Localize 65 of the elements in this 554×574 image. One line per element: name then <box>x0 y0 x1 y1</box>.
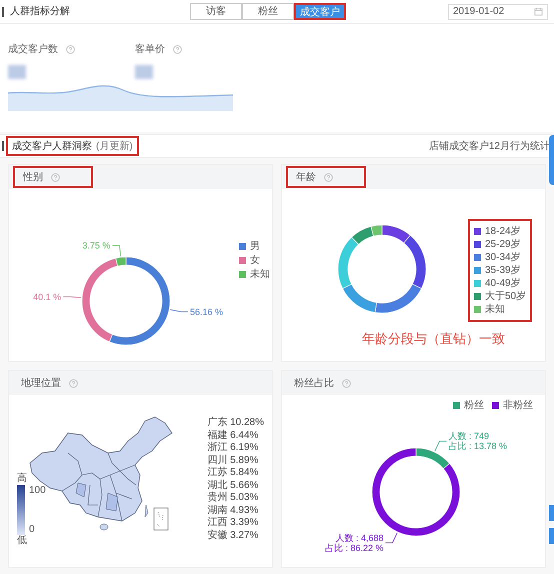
calendar-icon <box>534 7 543 16</box>
help-icon[interactable] <box>66 45 75 54</box>
scale-value: 0 <box>29 524 36 535</box>
tab[interactable]: 粉丝 <box>242 3 294 20</box>
help-icon[interactable] <box>173 45 182 54</box>
side-button[interactable] <box>549 505 554 521</box>
legend-label: 女 <box>250 254 260 266</box>
province-stat: 贵州 5.03% <box>207 492 260 504</box>
color-scale-bar <box>17 485 25 535</box>
card-title: 地理位置 <box>21 376 61 390</box>
metric-label: 成交客户数 <box>8 42 58 57</box>
slice-label: 3.75 % <box>82 240 110 250</box>
leader-line <box>434 440 447 452</box>
legend-label: 男 <box>250 240 260 252</box>
side-button[interactable] <box>549 528 554 544</box>
legend-label: 未知 <box>485 303 505 316</box>
section-note: 店铺成交客户12月行为统计 <box>428 140 550 154</box>
update-note: (月更新) <box>96 140 133 154</box>
province-stat: 安徽 3.27% <box>207 530 260 542</box>
legend-label: 非粉丝 <box>503 399 533 412</box>
help-icon[interactable] <box>324 172 333 182</box>
section-title: 成交客户人群洞察 <box>12 140 92 154</box>
legend-label: 35-39岁 <box>485 264 521 277</box>
help-icon[interactable] <box>69 378 78 388</box>
legend-label: 40-49岁 <box>485 277 521 290</box>
slice-label: 40.1 % <box>33 292 62 302</box>
province-stat: 江西 3.39% <box>207 517 260 530</box>
slice-label: 人数 : 749 <box>448 431 490 442</box>
scale-value: 100 <box>29 485 46 496</box>
legend-label: 18-24岁 <box>485 225 521 238</box>
tab[interactable]: 访客 <box>190 3 242 20</box>
legend-label: 未知 <box>250 268 270 280</box>
leader-line <box>112 245 122 257</box>
slice-label: 人数 : 4,688 <box>335 532 384 543</box>
side-tab[interactable] <box>549 135 554 185</box>
help-icon[interactable] <box>342 378 351 388</box>
legend-label: 粉丝 <box>464 399 484 412</box>
province-stat: 广东 10.28% <box>207 417 264 430</box>
province-stat: 湖南 4.93% <box>207 504 260 517</box>
blurred-value <box>8 65 26 79</box>
page-title: 人群指标分解 <box>10 4 70 19</box>
card-title: 年龄 <box>296 170 316 184</box>
leader-line <box>385 532 398 544</box>
legend-label: 30-34岁 <box>485 251 521 264</box>
province-stat: 福建 6.44% <box>207 430 260 442</box>
blurred-value <box>135 65 153 79</box>
annotation-text: 年龄分段与（直钻）一致 <box>362 330 506 348</box>
scale-label: 高 <box>17 473 27 485</box>
leader-line <box>170 309 188 312</box>
legend-label: 25-29岁 <box>485 238 521 251</box>
legend-label: 大于50岁 <box>485 290 526 303</box>
help-icon[interactable] <box>51 172 60 182</box>
slice-label: 56.16 % <box>190 306 223 317</box>
province-stat: 湖北 5.66% <box>207 480 260 492</box>
card-title: 粉丝占比 <box>294 376 334 390</box>
province-stat: 浙江 6.19% <box>207 442 260 454</box>
province-stat: 江苏 5.84% <box>207 467 260 480</box>
scale-label: 低 <box>17 535 27 547</box>
card-title: 性别 <box>23 170 43 184</box>
province-stat: 四川 5.89% <box>207 454 260 466</box>
leader-line <box>62 296 82 298</box>
slice-label: 占比 : 86.22 % <box>324 542 384 553</box>
date-field[interactable]: 2019-01-02 <box>448 4 548 20</box>
slice-label: 占比 : 13.78 % <box>448 441 508 452</box>
metric-label: 客单价 <box>135 42 165 57</box>
